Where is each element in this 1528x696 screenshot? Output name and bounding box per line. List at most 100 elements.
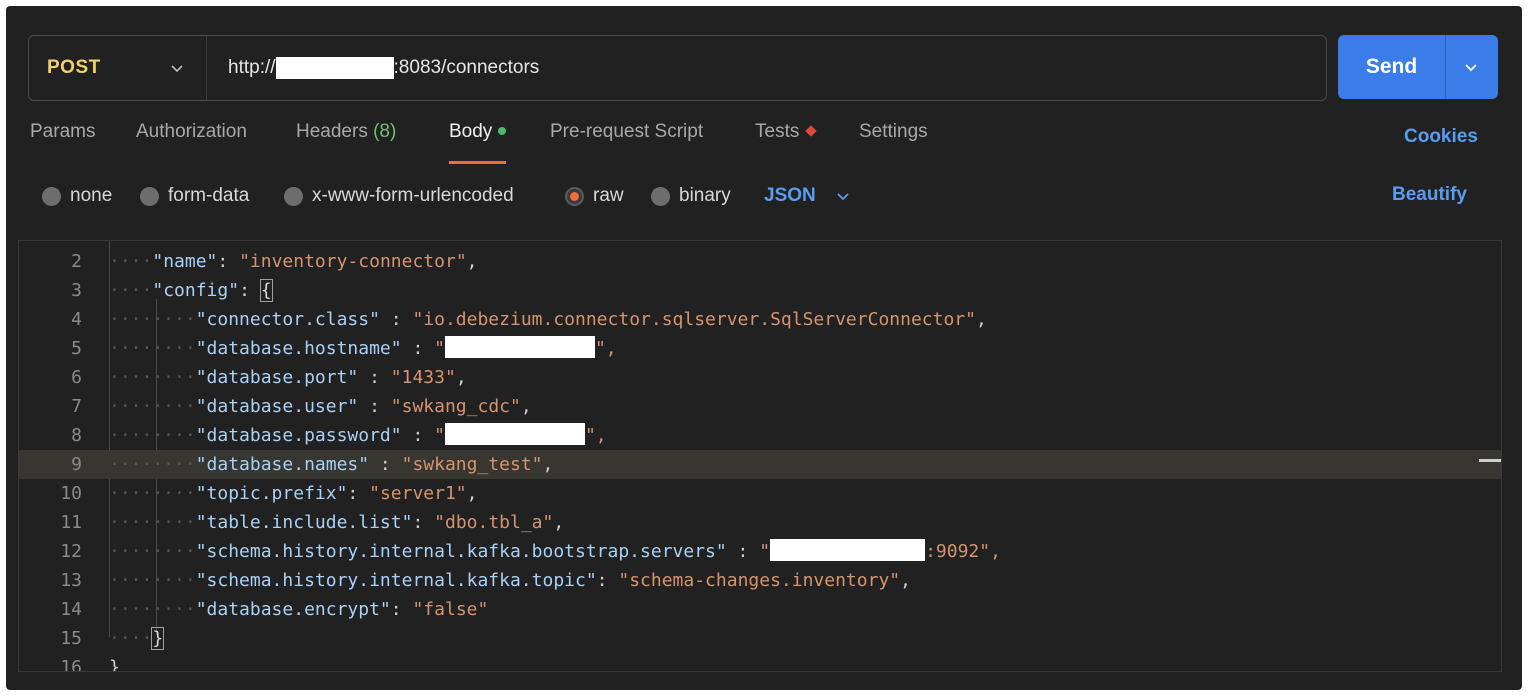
code-line[interactable]: 6 ········"database.port" : "1433", bbox=[19, 363, 1501, 392]
json-key: "schema.history.internal.kafka.topic" bbox=[195, 570, 597, 591]
radio-circle-icon bbox=[284, 186, 303, 206]
json-value: "io.debezium.connector.sqlserver.SqlServ… bbox=[412, 309, 976, 330]
code-line[interactable]: 10 ········"topic.prefix": "server1", bbox=[19, 479, 1501, 508]
radio-circle-icon bbox=[140, 186, 159, 206]
radio-circle-icon bbox=[42, 186, 61, 206]
tab-headers[interactable]: Headers (8) bbox=[296, 121, 396, 165]
radio-selected-icon bbox=[565, 186, 584, 206]
send-button[interactable]: Send bbox=[1338, 35, 1498, 99]
json-punctuation: } bbox=[151, 627, 165, 650]
tab-tests[interactable]: Tests bbox=[755, 121, 818, 165]
json-punctuation: :9092", bbox=[925, 541, 1001, 562]
code-line[interactable]: 9 ········"database.names" : "swkang_test… bbox=[19, 450, 1501, 479]
scrollbar-marker[interactable] bbox=[1479, 459, 1501, 462]
radio-raw[interactable]: raw bbox=[565, 183, 624, 209]
line-number: 7 bbox=[71, 396, 82, 417]
code-text: ········"database.hostname" : " ", bbox=[109, 334, 617, 363]
whitespace-markers: ········ bbox=[109, 309, 196, 330]
chevron-down-icon[interactable] bbox=[1464, 60, 1478, 74]
code-line[interactable]: 4 ········"connector.class" : "io.debeziu… bbox=[19, 305, 1501, 334]
code-editor[interactable]: 2 ····"name": "inventory-connector", 3 ····… bbox=[18, 240, 1502, 672]
json-key: "topic.prefix" bbox=[195, 483, 348, 504]
send-label: Send bbox=[1365, 55, 1418, 78]
code-text: ········"connector.class" : "io.debezium… bbox=[109, 305, 987, 334]
radio-x-www-form-urlencoded[interactable]: x-www-form-urlencoded bbox=[284, 183, 514, 209]
whitespace-markers: ········ bbox=[109, 454, 196, 475]
request-url-bar: POST http:// :8083/connectors bbox=[28, 35, 1327, 101]
url-suffix: :8083/connectors bbox=[393, 57, 540, 78]
code-line[interactable]: 15 ····} bbox=[19, 624, 1501, 653]
whitespace-markers: ········ bbox=[109, 570, 196, 591]
json-separator: : bbox=[379, 309, 413, 330]
line-number: 4 bbox=[71, 309, 82, 330]
tab-params[interactable]: Params bbox=[30, 121, 95, 165]
json-value: " bbox=[759, 541, 771, 562]
tab-authorization-label: Authorization bbox=[136, 121, 247, 142]
tab-authorization[interactable]: Authorization bbox=[136, 121, 247, 165]
code-line[interactable]: 16} bbox=[19, 653, 1501, 672]
json-value: "inventory-connector" bbox=[239, 251, 467, 272]
json-value: "swkang_test" bbox=[401, 454, 543, 475]
json-key: "table.include.list" bbox=[195, 512, 413, 533]
line-number: 3 bbox=[71, 280, 82, 301]
line-number: 2 bbox=[71, 251, 82, 272]
tab-settings[interactable]: Settings bbox=[859, 121, 928, 165]
json-separator: : bbox=[401, 425, 435, 446]
body-status-dot-icon bbox=[498, 127, 507, 135]
redacted-value bbox=[770, 539, 926, 561]
json-punctuation: , bbox=[466, 251, 478, 272]
format-select[interactable]: JSON bbox=[764, 183, 850, 209]
tab-body[interactable]: Body bbox=[449, 121, 507, 165]
url-input[interactable]: http:// :8083/connectors bbox=[228, 36, 539, 100]
code-line[interactable]: 2 ····"name": "inventory-connector", bbox=[19, 247, 1501, 276]
code-line[interactable]: 14 ········"database.encrypt": "false" bbox=[19, 595, 1501, 624]
json-punctuation: , bbox=[520, 396, 532, 417]
radio-binary-label: binary bbox=[679, 185, 731, 206]
tab-settings-label: Settings bbox=[859, 121, 928, 142]
line-number: 11 bbox=[60, 512, 82, 533]
radio-form-data[interactable]: form-data bbox=[140, 183, 249, 209]
json-key: "database.names" bbox=[195, 454, 370, 475]
chevron-down-icon bbox=[171, 65, 183, 73]
headers-count-badge: (8) bbox=[373, 121, 397, 142]
method-select[interactable]: POST bbox=[29, 36, 207, 100]
json-punctuation: ", bbox=[594, 338, 617, 359]
code-line[interactable]: 7 ········"database.user" : "swkang_cdc", bbox=[19, 392, 1501, 421]
line-number: 9 bbox=[71, 454, 82, 475]
beautify-button[interactable]: Beautify bbox=[1392, 184, 1467, 206]
code-line[interactable]: 3 ····"config": { bbox=[19, 276, 1501, 305]
code-line[interactable]: 13 ········"schema.history.internal.kafka… bbox=[19, 566, 1501, 595]
json-separator: : bbox=[726, 541, 760, 562]
json-value: "schema-changes.inventory" bbox=[618, 570, 901, 591]
code-text: ········"schema.history.internal.kafka.b… bbox=[109, 537, 1001, 566]
whitespace-markers: ···· bbox=[109, 251, 153, 272]
code-text: ····"config": { bbox=[109, 276, 273, 305]
whitespace-markers: ········ bbox=[109, 338, 196, 359]
json-punctuation: , bbox=[455, 367, 467, 388]
code-text: ········"database.encrypt": "false" bbox=[109, 595, 488, 624]
whitespace-markers: ········ bbox=[109, 483, 196, 504]
tab-pre-request-label: Pre-request Script bbox=[550, 121, 704, 142]
tab-pre-request-script[interactable]: Pre-request Script bbox=[550, 121, 703, 165]
json-punctuation: } bbox=[109, 657, 120, 672]
code-line[interactable]: 5 ········"database.hostname" : " ", bbox=[19, 334, 1501, 363]
json-separator: : bbox=[358, 367, 391, 388]
json-punctuation: , bbox=[900, 570, 911, 591]
cookies-link[interactable]: Cookies bbox=[1404, 126, 1478, 148]
radio-raw-label: raw bbox=[593, 185, 624, 206]
redacted-value bbox=[444, 336, 595, 358]
code-text: ········"topic.prefix": "server1", bbox=[109, 479, 478, 508]
radio-none[interactable]: none bbox=[42, 183, 112, 209]
whitespace-markers: ········ bbox=[109, 367, 196, 388]
send-divider bbox=[1445, 35, 1446, 99]
redacted-host bbox=[275, 57, 394, 79]
radio-binary[interactable]: binary bbox=[651, 183, 731, 209]
code-line[interactable]: 12 ········"schema.history.internal.kafka… bbox=[19, 537, 1501, 566]
code-line[interactable]: 8 ········"database.password" : " ", bbox=[19, 421, 1501, 450]
json-separator: : bbox=[369, 454, 402, 475]
json-key: "database.encrypt" bbox=[195, 599, 391, 620]
radio-form-data-label: form-data bbox=[168, 185, 250, 206]
json-separator: : bbox=[217, 251, 240, 272]
code-line[interactable]: 11 ········"table.include.list": "dbo.tbl… bbox=[19, 508, 1501, 537]
json-key: "database.user" bbox=[195, 396, 359, 417]
